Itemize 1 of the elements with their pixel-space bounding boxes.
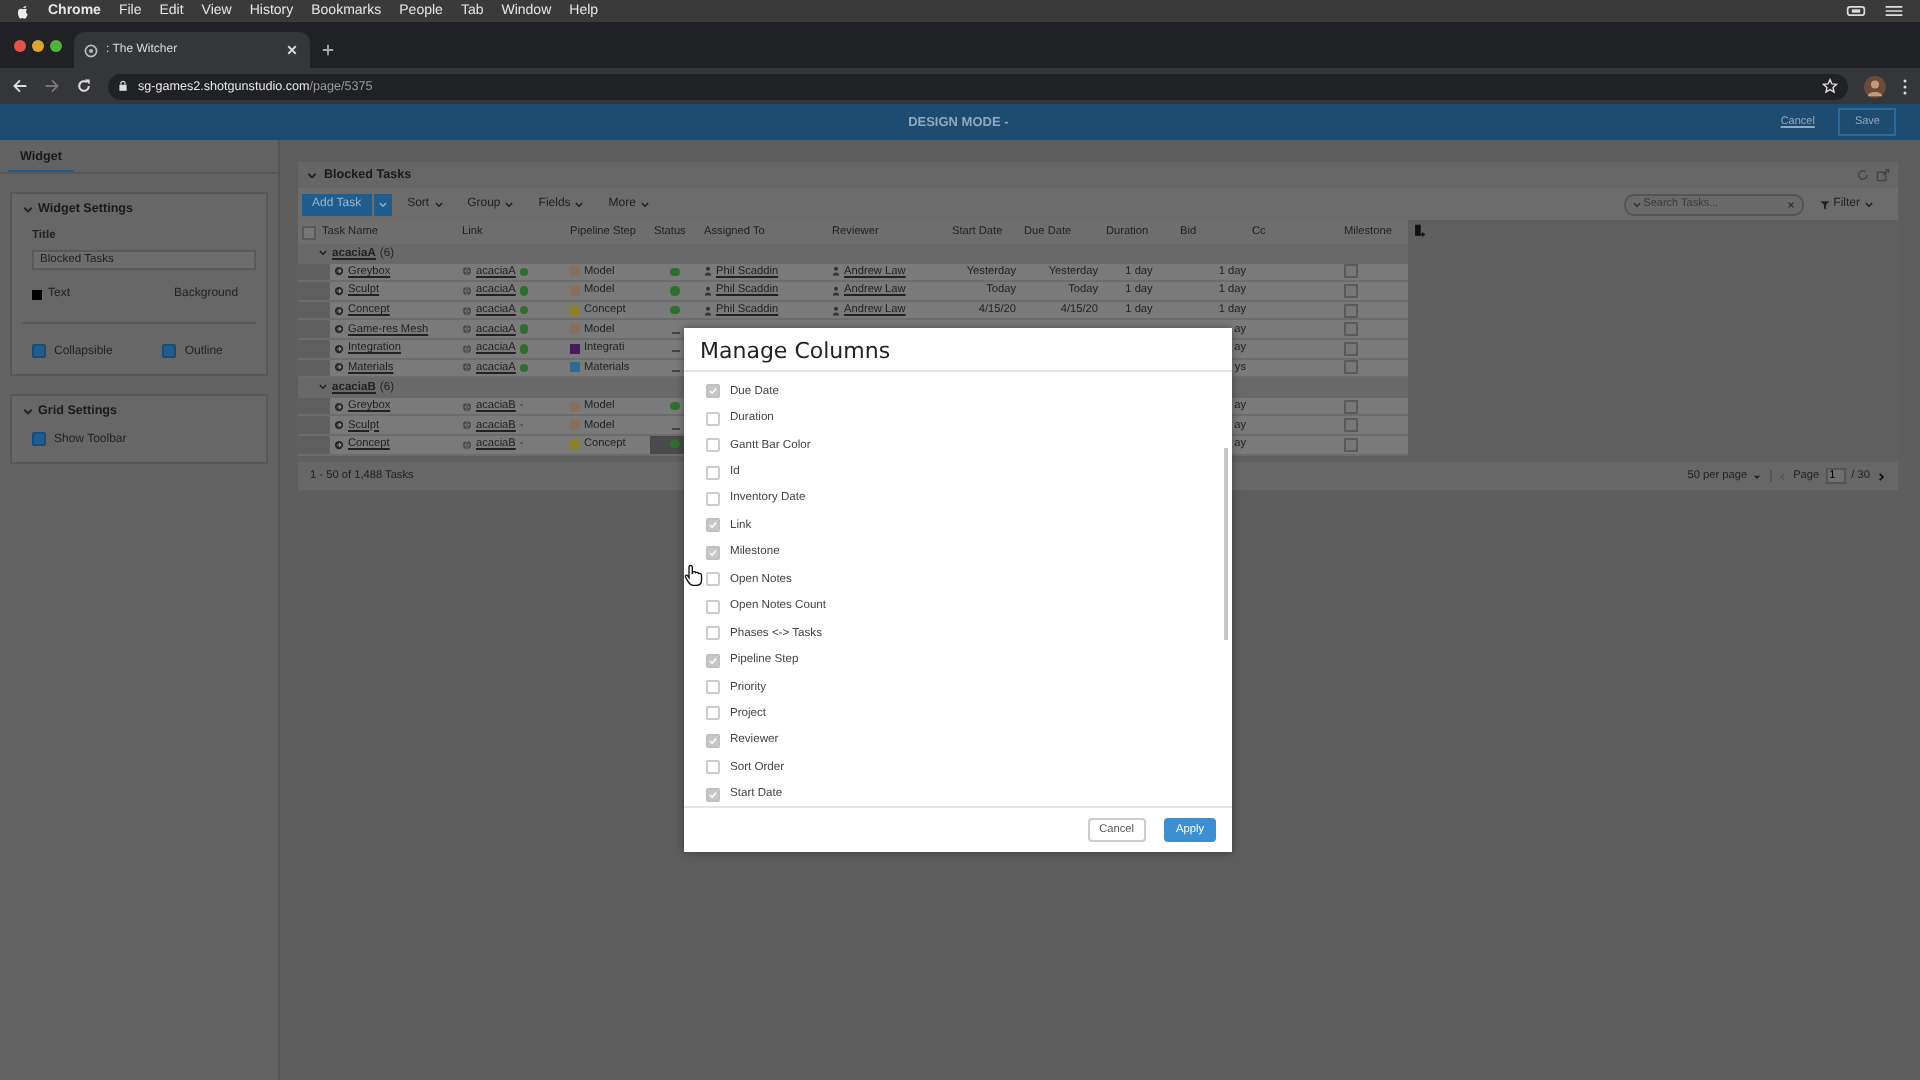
dialog-title: Manage Columns: [684, 328, 1232, 372]
